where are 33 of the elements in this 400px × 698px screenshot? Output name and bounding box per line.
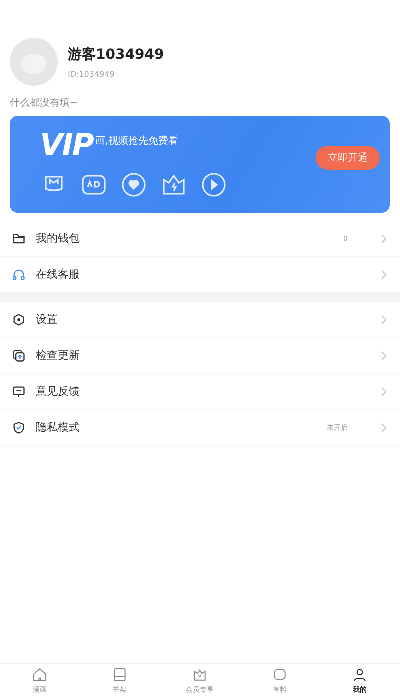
chevron-right-icon (380, 350, 388, 360)
menu-item[interactable]: 意见反馈 (0, 374, 400, 410)
avatar[interactable] (10, 38, 58, 86)
chevron-right-icon (380, 386, 388, 396)
shield-icon (12, 420, 26, 434)
monitor-icon (12, 384, 26, 398)
menu-label: 设置 (36, 312, 59, 327)
menu-item[interactable]: 检查更新 (0, 338, 400, 374)
play-icon (200, 171, 228, 199)
chevron-right-icon (380, 422, 388, 432)
menu-label: 检查更新 (36, 348, 81, 363)
menu-label: 意见反馈 (36, 384, 81, 399)
vip-tagline: 画,视频抢先免费看 (95, 134, 179, 148)
headset-icon (12, 268, 26, 282)
user-id: ID:1034949 (68, 70, 116, 78)
chat-icon (272, 667, 288, 683)
book-icon (112, 667, 128, 683)
vip-logo: VIP (40, 128, 94, 163)
folder-icon (12, 232, 26, 246)
menu-label: 我的钱包 (36, 231, 81, 246)
user-icon (352, 667, 368, 683)
user-bio: 什么都没有填~ (9, 96, 80, 110)
chevron-right-icon (380, 270, 388, 280)
menu-item[interactable]: 设置 (0, 302, 400, 338)
chevron-right-icon (380, 314, 388, 324)
settings-icon (12, 312, 26, 326)
upload-icon (12, 348, 26, 362)
chevron-right-icon (380, 234, 388, 244)
menu-label: 隐私模式 (36, 420, 81, 435)
menu-label: 在线客服 (36, 267, 81, 282)
user-name: 游客1034949 (68, 46, 164, 64)
crown-icon (192, 667, 208, 683)
home-icon (32, 667, 48, 683)
